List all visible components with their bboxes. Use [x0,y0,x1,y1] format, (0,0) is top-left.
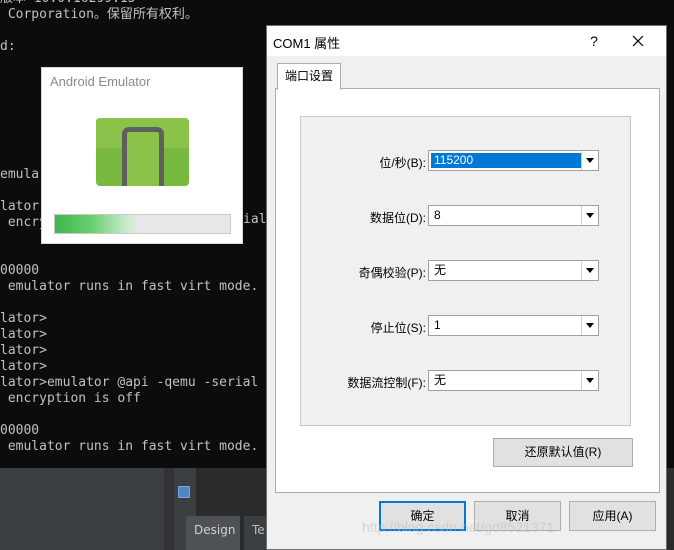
android-emulator-splash: Android Emulator [41,67,243,244]
chevron-down-icon [586,213,594,218]
ide-tool-icon[interactable] [178,486,190,498]
field-label: 数据流控制(F): [347,376,426,390]
field-select-value: 1 [434,318,441,332]
close-icon [632,35,644,47]
field-label: 位/秒(B): [379,156,426,170]
field-select[interactable]: 8 [428,205,599,226]
console-line: encry [0,215,47,230]
field-select-value: 无 [434,373,447,387]
console-line: 00000 [0,263,40,278]
ide-divider [164,468,174,550]
console-line: lator [0,199,40,214]
android-emulator-phone-icon [96,118,189,186]
com1-properties-dialog: COM1 属性 ? 端口设置 位/秒(B): 115200 数据位(D): 8 奇偶校验… [266,25,667,550]
chevron-down-icon [586,158,594,163]
dropdown-button[interactable] [581,151,598,170]
field-select-value: 115200 [431,153,581,168]
tab-design[interactable]: Design [186,516,240,550]
field-select[interactable]: 无 [428,260,599,281]
field-select[interactable]: 115200 [428,150,599,171]
console-line: lator> [0,359,47,374]
console-line: Corporation。保留所有权利。 [0,7,198,22]
console-line: lator> [0,311,47,326]
help-button[interactable]: ? [583,30,605,52]
port-settings-group: 位/秒(B): 115200 数据位(D): 8 奇偶校验(P): 无停止位(S): 1 数据… [300,116,631,426]
dropdown-button[interactable] [581,371,598,390]
restore-defaults-button[interactable]: 还原默认值(R) [493,438,633,467]
apply-button[interactable]: 应用(A) [569,501,656,531]
port-settings-panel: 位/秒(B): 115200 数据位(D): 8 奇偶校验(P): 无停止位(S): 1 数据… [275,88,660,493]
field-label: 奇偶校验(P): [358,266,426,280]
watermark: http://blog.csdn.net/gd8521371 [362,519,555,535]
field-label: 数据位(D): [370,211,426,225]
console-line: encryption is off [0,391,141,406]
ide-side-panel [0,468,164,550]
field-select-value: 无 [434,263,447,277]
tab-port-settings[interactable]: 端口设置 [277,63,341,90]
field-select-value: 8 [434,208,441,222]
console-line: emulator runs in fast virt mode. [0,439,259,454]
console-line: 00000 [0,423,40,438]
close-button[interactable] [625,30,651,52]
dropdown-button[interactable] [581,316,598,335]
console-line: d: [0,39,16,54]
console-line: lator> [0,327,47,342]
dialog-title: COM1 属性 [273,36,341,51]
dropdown-button[interactable] [581,206,598,225]
chevron-down-icon [586,323,594,328]
console-line-fragment: ial [243,212,267,227]
console-line: emula [0,167,40,182]
field-select[interactable]: 无 [428,370,599,391]
console-line: emulator runs in fast virt mode. [0,279,259,294]
emulator-title: Android Emulator [50,74,151,89]
chevron-down-icon [586,268,594,273]
console-line: 版本 10.0.16299.15 [0,0,136,7]
console-line: lator>emulator @api -qemu -serial [0,375,259,390]
emulator-progress-bar [54,214,231,234]
dialog-titlebar[interactable]: COM1 属性 ? [267,26,666,56]
emulator-progress-fill [55,215,139,233]
dropdown-button[interactable] [581,261,598,280]
field-label: 停止位(S): [370,321,426,335]
console-line: lator> [0,343,47,358]
field-select[interactable]: 1 [428,315,599,336]
chevron-down-icon [586,378,594,383]
